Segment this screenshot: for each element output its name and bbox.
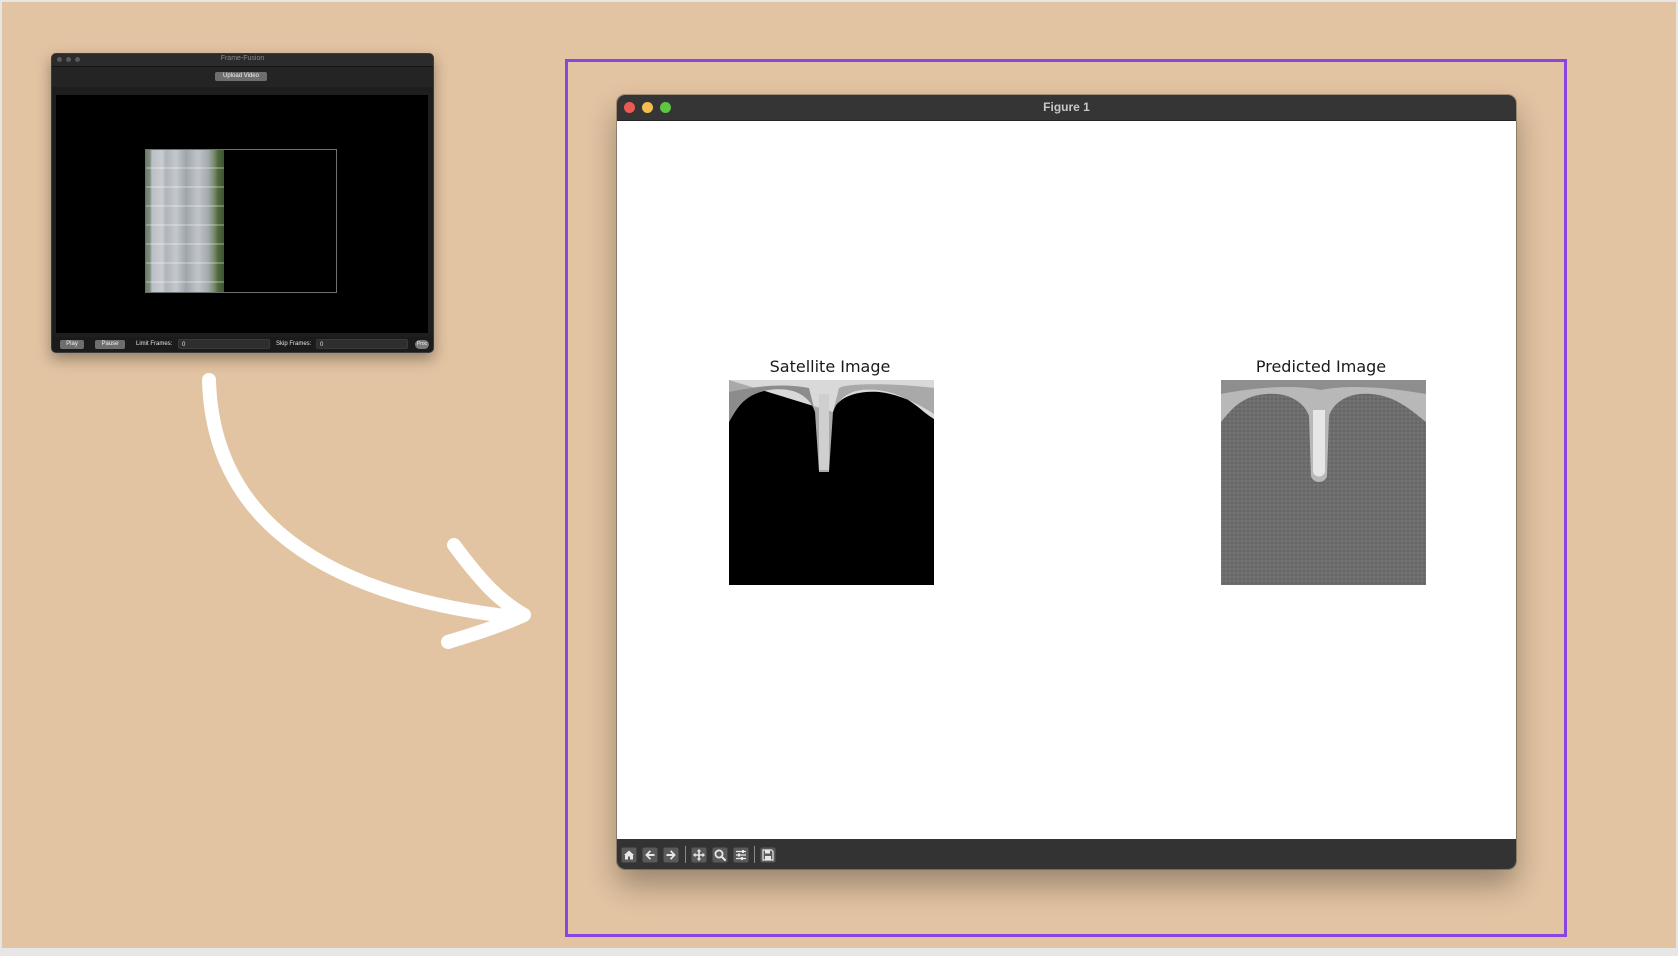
skip-frames-input[interactable]: 0 xyxy=(316,339,408,349)
upload-row: Upload Video xyxy=(52,67,433,87)
video-display-area xyxy=(56,95,428,333)
zoom-icon[interactable] xyxy=(711,846,728,863)
limit-frames-label: Limit Frames: xyxy=(136,341,173,347)
frame-fusion-window: Frame-Fusion Upload Video Play Pause Lim… xyxy=(51,53,434,353)
play-button[interactable]: Play xyxy=(60,340,84,349)
satellite-image-title: Satellite Image xyxy=(769,357,891,376)
save-icon[interactable] xyxy=(759,846,776,863)
home-icon[interactable] xyxy=(620,846,637,863)
video-frame xyxy=(145,149,337,293)
predicted-image-title: Predicted Image xyxy=(1255,357,1387,376)
figure-window: Figure 1 Satellite Image Predicted Image xyxy=(617,95,1516,869)
figure-title: Figure 1 xyxy=(1043,100,1090,114)
plot-area: Satellite Image Predicted Image xyxy=(617,121,1516,839)
frame-fusion-titlebar: Frame-Fusion xyxy=(52,54,433,67)
figure-toolbar xyxy=(617,839,1516,869)
back-arrow-icon[interactable] xyxy=(641,846,658,863)
video-frame-image xyxy=(146,150,224,292)
limit-frames-input[interactable]: 0 xyxy=(178,339,270,349)
pause-button[interactable]: Pause xyxy=(95,340,125,349)
pan-icon[interactable] xyxy=(690,846,707,863)
upload-video-button[interactable]: Upload Video xyxy=(215,72,267,81)
slide-canvas: Frame-Fusion Upload Video Play Pause Lim… xyxy=(2,2,1676,948)
frame-fusion-title: Frame-Fusion xyxy=(220,55,265,62)
satellite-image xyxy=(729,380,934,585)
skip-frames-label: Skip Frames: xyxy=(276,341,312,347)
process-button[interactable]: Proc xyxy=(415,340,429,349)
forward-arrow-icon[interactable] xyxy=(662,846,679,863)
figure-titlebar: Figure 1 xyxy=(617,95,1516,121)
predicted-image xyxy=(1221,380,1426,585)
configure-subplots-icon[interactable] xyxy=(732,846,749,863)
toolbar-separator xyxy=(754,846,755,863)
toolbar-separator xyxy=(685,846,686,863)
frame-fusion-controls: Play Pause Limit Frames: 0 Skip Frames: … xyxy=(52,337,433,352)
